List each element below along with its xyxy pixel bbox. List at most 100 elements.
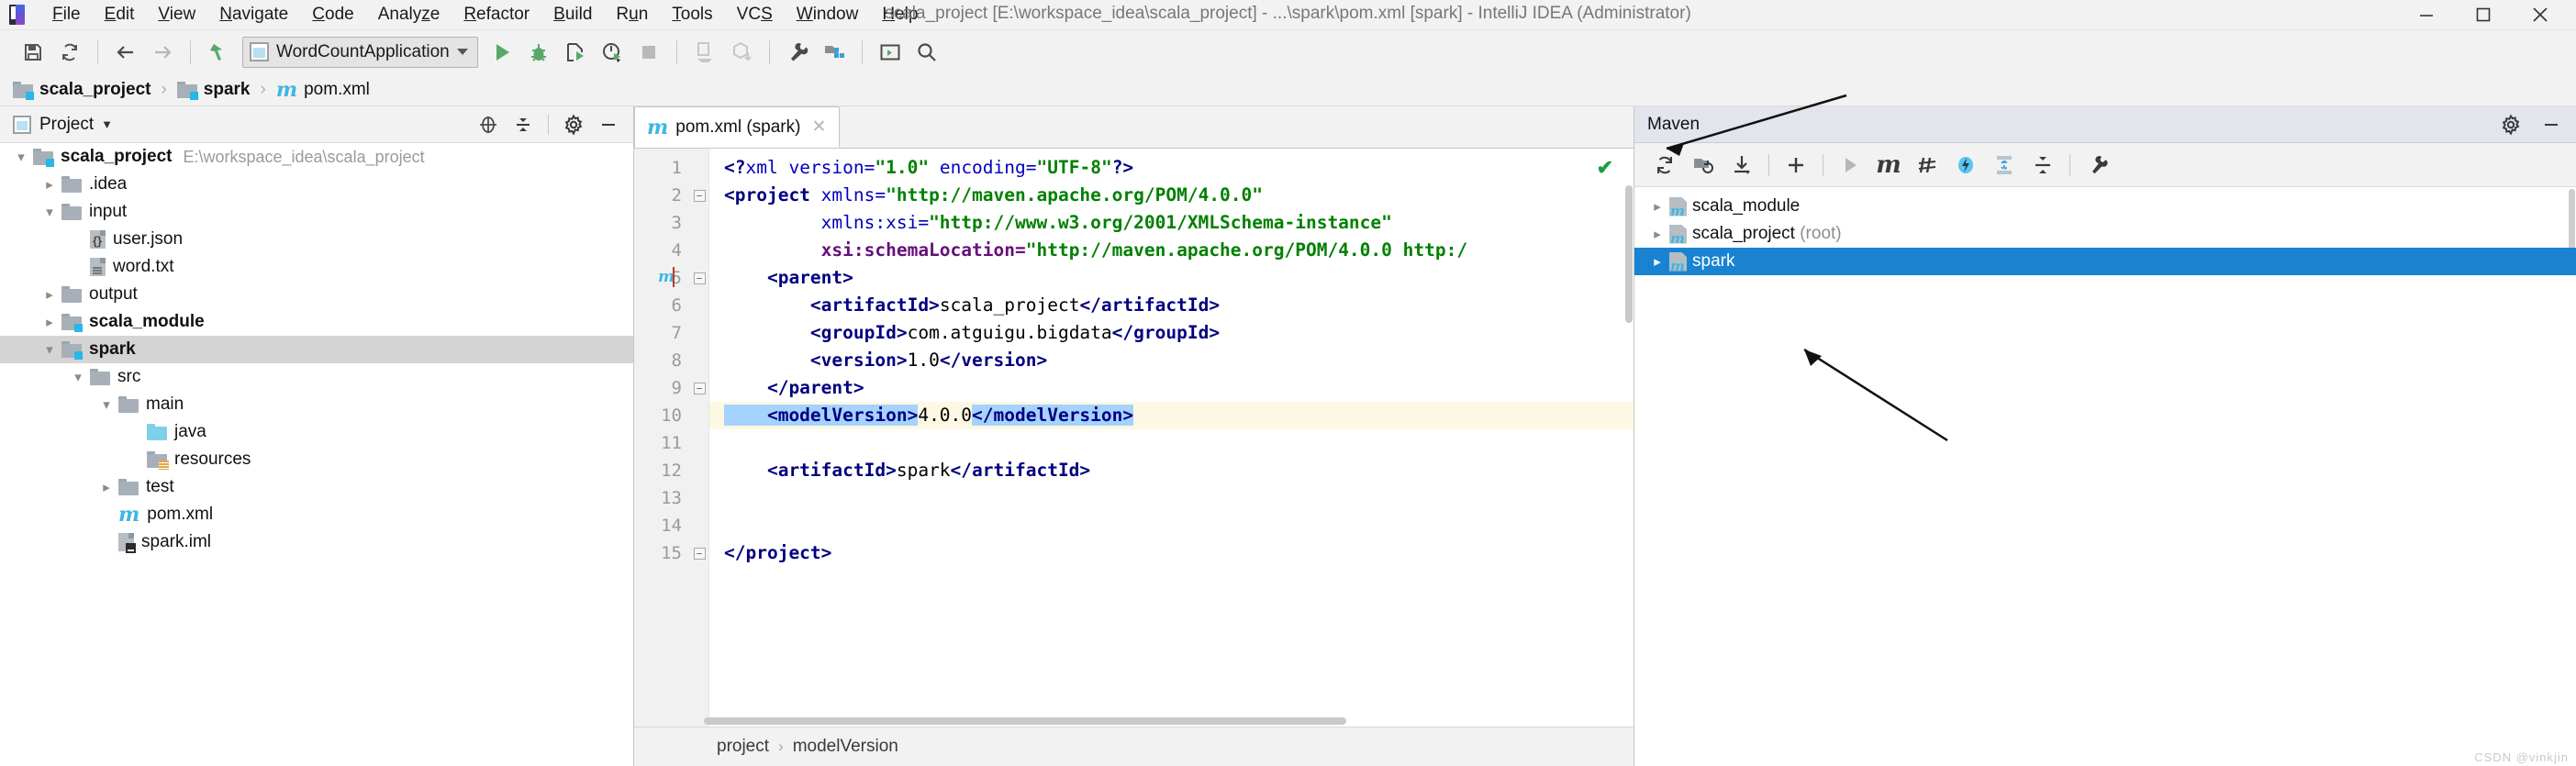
show-dependencies-icon[interactable] [1985,146,2024,184]
debug-icon[interactable] [520,34,557,71]
menu-item-tools[interactable]: Tools [660,3,724,27]
tree-toggle[interactable]: ▾ [66,370,90,384]
code-line[interactable]: <artifactId>spark</artifactId> [709,457,1634,484]
menu-item-view[interactable]: View [146,3,207,27]
skip-tests-icon[interactable] [1908,146,1946,184]
search-everywhere-icon[interactable] [909,34,945,71]
hide-icon[interactable] [2536,109,2567,140]
project-tree-item-java[interactable]: java [0,418,633,446]
maven-tree-item-spark[interactable]: ▸ m spark [1634,248,2576,275]
breadcrumb-item-pom-xml[interactable]: m pom.xml [273,80,374,100]
close-button[interactable] [2512,0,2569,29]
project-tree-item-resources[interactable]: resources [0,446,633,473]
project-file-tree[interactable]: ▾ scala_project E:\workspace_idea\scala_pr… [0,143,633,766]
menu-item-window[interactable]: Window [785,3,871,27]
code-line[interactable]: <groupId>com.atguigu.bigdata</groupId> [709,319,1634,347]
run-icon[interactable] [484,34,520,71]
tab-pom-xml[interactable]: m pom.xml (spark) ✕ [634,106,841,148]
terminal-icon[interactable] [872,34,909,71]
generate-sources-icon[interactable] [1684,146,1723,184]
menu-item-vcs[interactable]: VCS [725,3,785,27]
back-icon[interactable] [107,34,144,71]
code-line[interactable] [709,484,1634,512]
tree-toggle[interactable]: ▾ [38,205,61,219]
code-text[interactable]: <?xml version="1.0" encoding="UTF-8"?> <p… [709,149,1634,727]
code-line[interactable]: </parent> [709,374,1634,402]
code-line[interactable] [709,429,1634,457]
maximize-button[interactable] [2455,0,2512,29]
maven-projects-tree[interactable]: ▸ m scala_module ▸ m scala_project (root) ▸ m sp… [1634,187,2576,764]
code-line[interactable]: xsi:schemaLocation="http://maven.apache.… [709,237,1634,264]
menu-item-file[interactable]: File [40,3,93,27]
chevron-down-icon[interactable]: ▾ [74,370,82,384]
jump-to-source-icon[interactable] [200,34,237,71]
code-line[interactable]: <modelVersion>4.0.0</modelVersion> [709,402,1634,429]
project-tree-item-pom-xml[interactable]: m pom.xml [0,501,633,528]
code-line[interactable]: <artifactId>scala_project</artifactId> [709,292,1634,319]
code-folding-column[interactable]: − − − − [689,149,709,727]
project-tree-item-output[interactable]: ▸ output [0,281,633,308]
maven-tree-item-scala_module[interactable]: ▸ m scala_module [1634,193,2576,220]
code-line[interactable]: xmlns:xsi="http://www.w3.org/2001/XMLSch… [709,209,1634,237]
editor-vertical-scrollbar[interactable] [1625,185,1633,323]
run-configuration-selector[interactable]: WordCountApplication [242,36,478,68]
project-tree-item-spark-iml[interactable]: spark.iml [0,528,633,556]
code-line[interactable]: <version>1.0</version> [709,347,1634,374]
fold-open-icon[interactable]: − [693,272,706,284]
save-all-icon[interactable] [15,34,51,71]
code-line[interactable]: </project> [709,539,1634,567]
tree-toggle[interactable]: ▸ [1645,254,1669,269]
status-path-1[interactable]: modelVersion [793,737,898,757]
fold-close-icon[interactable]: − [693,547,706,560]
fold-open-icon[interactable]: − [693,189,706,202]
chevron-right-icon[interactable]: ▸ [1654,199,1661,214]
profile-icon[interactable] [594,34,630,71]
project-tree-item--idea[interactable]: ▸ .idea [0,171,633,198]
tree-toggle[interactable]: ▸ [38,315,61,329]
tree-toggle[interactable]: ▸ [95,480,118,494]
chevron-right-icon[interactable]: ▸ [1654,227,1661,241]
chevron-down-icon[interactable]: ▾ [46,342,53,357]
code-line[interactable]: <project xmlns="http://maven.apache.org/… [709,182,1634,209]
sync-icon[interactable] [51,34,88,71]
menu-item-run[interactable]: Run [604,3,660,27]
breadcrumb-item-scala_project[interactable]: scala_project [9,80,154,100]
locate-icon[interactable] [473,109,504,140]
menu-item-refactor[interactable]: Refactor [452,3,541,27]
tree-toggle[interactable]: ▸ [38,177,61,192]
project-tree-item-test[interactable]: ▸ test [0,473,633,501]
execute-goal-icon[interactable] [1946,146,1985,184]
menu-item-navigate[interactable]: Navigate [207,3,300,27]
collapse-all-icon[interactable] [507,109,539,140]
chevron-down-icon[interactable]: ▾ [46,205,53,219]
project-tree-item-word-txt[interactable]: word.txt [0,253,633,281]
tree-toggle[interactable]: ▸ [1645,227,1669,241]
code-line[interactable]: <?xml version="1.0" encoding="UTF-8"?> [709,154,1634,182]
project-tree-item-user-json[interactable]: {} user.json [0,226,633,253]
code-line[interactable] [709,512,1634,539]
tree-toggle[interactable]: ▾ [95,397,118,412]
menu-item-analyze[interactable]: Analyze [366,3,452,27]
run-with-coverage-icon[interactable] [557,34,594,71]
code-area[interactable]: 1 2 3 4 5 m 6 7 8 9 10 11 12 13 14 15 − − − − <?xml versio… [634,149,1634,727]
gear-icon[interactable] [558,109,589,140]
inspection-status-icon[interactable]: ✔ [1597,156,1613,180]
download-sources-icon[interactable] [1723,146,1761,184]
settings-wrench-icon[interactable] [2078,146,2116,184]
project-structure-icon[interactable] [816,34,853,71]
editor-horizontal-scrollbar[interactable] [704,717,1346,725]
chevron-right-icon[interactable]: ▸ [46,177,53,192]
collapse-all-icon[interactable] [2024,146,2062,184]
chevron-down-icon[interactable]: ▼ [101,117,113,131]
tree-toggle[interactable]: ▸ [1645,199,1669,214]
reimport-icon[interactable] [1645,146,1684,184]
project-tree-item-src[interactable]: ▾ src [0,363,633,391]
project-tree-item-spark[interactable]: ▾ spark [0,336,633,363]
project-tree-item-scala_project[interactable]: ▾ scala_project E:\workspace_idea\scala_pr… [0,143,633,171]
maven-icon[interactable]: m [1869,146,1908,184]
breadcrumb-item-spark[interactable]: spark [173,80,254,100]
minimize-button[interactable] [2398,0,2455,29]
tree-toggle[interactable]: ▸ [38,287,61,302]
fold-close-icon[interactable]: − [693,382,706,394]
chevron-right-icon[interactable]: ▸ [46,315,53,329]
